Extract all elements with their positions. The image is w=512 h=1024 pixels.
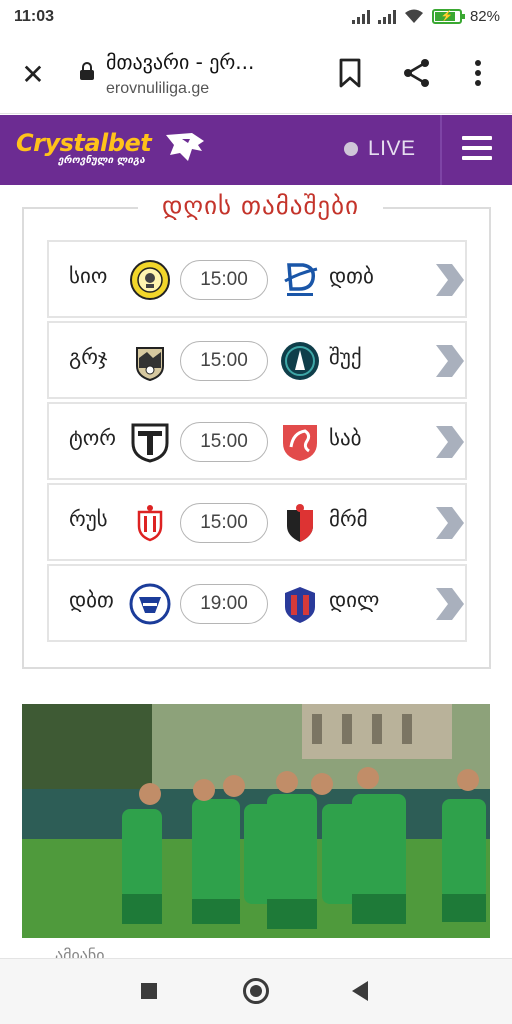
battery-percent: 82%	[469, 8, 500, 25]
chevron-right-icon[interactable]	[432, 424, 466, 460]
brand-mascot-icon	[166, 133, 204, 161]
signal-icon-2	[377, 9, 396, 24]
browser-toolbar: ✕ მთავარი - ერ... erovnuliliga.ge	[0, 36, 512, 114]
torpedo-crest-icon	[131, 423, 169, 463]
match-row[interactable]: სიო 15:00 დთბ	[47, 240, 467, 318]
match-row[interactable]: დბთ 19:00 დილ	[47, 564, 467, 642]
match-time: 15:00	[180, 503, 268, 543]
status-icons: ⚡ 82%	[351, 8, 500, 25]
system-navigation-bar	[0, 958, 512, 1024]
away-team: დთბ	[329, 264, 374, 288]
brand-name: Crystalbet	[16, 129, 152, 157]
shukura-crest-icon	[281, 342, 319, 380]
section-title: დღის თამაშები	[138, 191, 383, 220]
saburtalo-crest-icon	[283, 425, 317, 461]
chevron-right-icon[interactable]	[432, 586, 466, 622]
home-team: ტორ	[69, 426, 116, 450]
bookmark-icon[interactable]	[338, 58, 362, 88]
hamburger-menu-icon[interactable]	[462, 136, 492, 162]
recent-apps-icon[interactable]	[141, 983, 157, 999]
away-team: შუქ	[329, 345, 362, 369]
match-row[interactable]: ტორ 15:00 საბ	[47, 402, 467, 480]
brand-subtitle: ეროვნული ლიგა	[58, 155, 145, 166]
menu-divider	[440, 115, 442, 185]
wifi-icon	[404, 9, 423, 23]
team-celebration-photo[interactable]	[22, 704, 490, 938]
match-row[interactable]: რუს 15:00 მრმ	[47, 483, 467, 561]
home-team: რუს	[69, 507, 108, 531]
share-icon[interactable]	[402, 58, 432, 88]
chevron-right-icon[interactable]	[432, 343, 466, 379]
todays-matches-card: დღის თამაშები სიო 15:00 დთბ გრჯ 15:00 შუ…	[22, 191, 491, 669]
status-time: 11:03	[14, 8, 55, 25]
match-time: 15:00	[180, 422, 268, 462]
more-options-icon[interactable]	[468, 58, 488, 88]
rustavi-crest-icon	[137, 505, 163, 542]
chevron-right-icon[interactable]	[432, 505, 466, 541]
site-header: Crystalbet ეროვნული ლიგა LIVE	[0, 115, 512, 185]
match-row[interactable]: გრჯ 15:00 შუქ	[47, 321, 467, 399]
battery-icon: ⚡	[431, 9, 465, 24]
gareji-crest-icon	[136, 347, 164, 382]
sioni-crest-icon	[130, 260, 170, 300]
live-dot-icon	[344, 142, 358, 156]
away-team: საბ	[329, 426, 362, 450]
lock-icon	[80, 62, 94, 80]
match-time: 15:00	[180, 260, 268, 300]
signal-icon	[351, 9, 370, 24]
match-time: 15:00	[180, 341, 268, 381]
live-label: LIVE	[368, 137, 416, 160]
away-team: მრმ	[329, 507, 368, 531]
dinamo-batumi-crest-icon	[129, 583, 171, 625]
home-team: სიო	[69, 264, 108, 288]
chevron-right-icon[interactable]	[432, 262, 466, 298]
home-team: გრჯ	[69, 345, 108, 369]
back-icon[interactable]	[352, 981, 368, 1001]
home-team: დბთ	[69, 588, 114, 612]
page-title[interactable]: მთავარი - ერ...	[106, 50, 316, 74]
close-tab-button[interactable]: ✕	[18, 60, 48, 90]
away-team: დილ	[329, 588, 380, 612]
status-bar: 11:03 ⚡ 82%	[0, 0, 512, 36]
page-url[interactable]: erovnuliliga.ge	[106, 80, 209, 98]
merani-crest-icon	[287, 504, 313, 542]
live-button[interactable]: LIVE	[344, 137, 416, 161]
match-time: 19:00	[180, 584, 268, 624]
home-icon[interactable]	[243, 978, 269, 1004]
dila-crest-icon	[285, 587, 315, 623]
site-logo[interactable]: Crystalbet ეროვნული ლიგა	[16, 129, 206, 173]
dinamo-tbilisi-crest-icon	[284, 263, 318, 296]
